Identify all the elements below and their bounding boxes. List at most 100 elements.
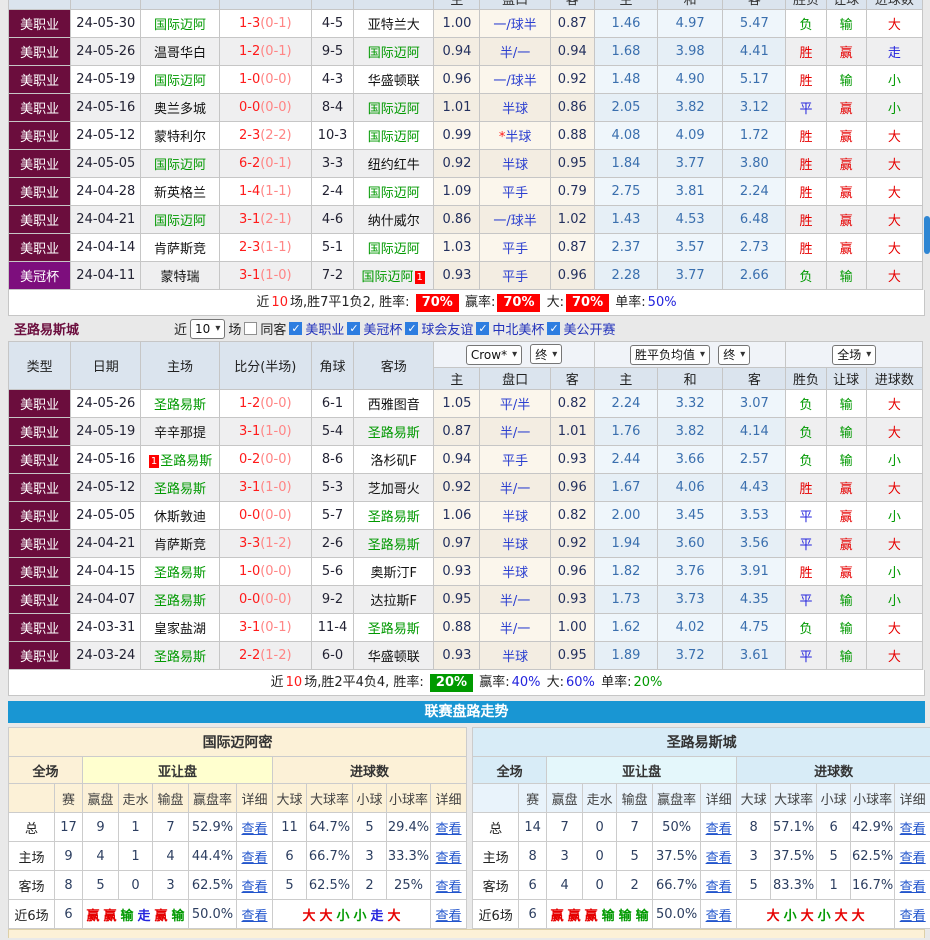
trend-val-cell: 5 — [352, 812, 387, 842]
league-checkbox-美公开赛[interactable] — [547, 322, 561, 335]
trend-val-cell: 9 — [82, 812, 119, 842]
full-score: 1-2 — [239, 44, 261, 59]
summary-text: 近 — [270, 675, 284, 690]
asian-handicap-cell: 平手 — [479, 445, 551, 474]
view-detail-link[interactable]: 查看 — [436, 880, 462, 895]
euro-away-odds-cell: 3.53 — [722, 501, 787, 530]
chevron-down-icon: ▾ — [700, 349, 706, 360]
result-wdl-cell: 平 — [785, 93, 827, 122]
league-type-cell: 美职业 — [7, 501, 72, 530]
euro-home-odds-cell: 1.89 — [593, 641, 659, 670]
detail-cell: 查看 — [429, 899, 468, 929]
team-name: 达拉斯F — [370, 594, 417, 609]
view-detail-link[interactable]: 查看 — [706, 880, 732, 895]
league-checkbox-美冠杯[interactable] — [347, 322, 361, 335]
corners-cell: 4-6 — [310, 205, 355, 234]
home-team-cell: 圣路易斯 — [140, 389, 220, 418]
league-checkbox-美职业[interactable] — [289, 322, 303, 335]
view-detail-link[interactable]: 查看 — [900, 880, 926, 895]
view-detail-link[interactable]: 查看 — [436, 822, 462, 837]
summary-label: 赢率: — [479, 675, 510, 690]
match-date-cell: 24-05-30 — [70, 9, 142, 38]
col-wdl: 胜负 — [785, 0, 827, 9]
trend-row-label: 主场 — [472, 841, 520, 871]
asian-home-odds-cell: 0.96 — [433, 65, 481, 94]
league-checkbox-label: 美冠杯 — [363, 323, 403, 338]
view-detail-link[interactable]: 查看 — [436, 851, 462, 866]
result-wdl-cell: 负 — [785, 9, 827, 38]
detail-cell: 查看 — [429, 841, 468, 871]
blank-header-cell — [310, 0, 355, 9]
euro-home-odds-cell: 1.48 — [593, 65, 659, 94]
col-handicap: 盘口 — [479, 367, 551, 390]
scope-value: 全场 — [837, 348, 862, 362]
league-type-cell: 美职业 — [7, 93, 72, 122]
view-detail-link[interactable]: 查看 — [241, 880, 267, 895]
league-checkbox-中北美杯[interactable] — [476, 322, 490, 335]
home-team-cell: 1 圣路易斯 — [140, 445, 220, 474]
summary-label: 赢率: — [464, 295, 496, 310]
corners-cell: 8-4 — [310, 93, 355, 122]
col-matches: 赛 — [54, 783, 83, 813]
view-detail-link[interactable]: 查看 — [241, 909, 267, 924]
team-name: 国际迈阿 — [154, 214, 207, 229]
team-name: 华盛顿联 — [367, 650, 420, 665]
view-detail-link[interactable]: 查看 — [706, 851, 732, 866]
full-score: 0-2 — [238, 452, 261, 467]
euro-away-odds-cell: 4.43 — [722, 473, 787, 502]
detail-cell: 查看 — [236, 841, 273, 871]
same-away-checkbox[interactable] — [244, 322, 258, 335]
view-detail-link[interactable]: 查看 — [241, 851, 267, 866]
result-handicap-cell: 输 — [825, 9, 867, 38]
seq-result: 赢 — [567, 908, 581, 924]
handicap-text: 半球 — [505, 130, 532, 145]
half-score: (0-0) — [260, 396, 292, 411]
red-number-badge: 1 — [148, 455, 160, 468]
odds-company-select[interactable]: Crow* ▾ — [465, 344, 523, 365]
view-detail-link[interactable]: 查看 — [706, 909, 732, 924]
asian-handicap-cell: *半球 — [479, 121, 551, 150]
away-team-cell: 国际迈阿 1 — [353, 261, 435, 290]
euro-away-odds-cell: 3.12 — [722, 93, 787, 122]
match-row: 美职业 24-04-15 圣路易斯 1-0(0-0) 5-6 奥斯汀F 0.93 半球 0.96… — [7, 557, 924, 586]
detail-cell: 查看 — [894, 812, 930, 842]
match-date-cell: 24-04-21 — [70, 529, 142, 558]
view-detail-link[interactable]: 查看 — [900, 909, 926, 924]
match-date-cell: 24-05-19 — [70, 65, 142, 94]
euro-home-odds-cell: 1.67 — [593, 473, 659, 502]
view-detail-link[interactable]: 查看 — [436, 909, 462, 924]
match-date-cell: 24-03-24 — [70, 641, 142, 670]
home-team-cell: 奥兰多城 — [140, 93, 220, 122]
col-lose: 输盘 — [152, 783, 189, 813]
blank-header-cell — [140, 0, 220, 9]
score-cell: 6-2(0-1) — [218, 149, 312, 178]
result-handicap-cell: 赢 — [825, 149, 867, 178]
view-detail-link[interactable]: 查看 — [241, 822, 267, 837]
odds-time-select[interactable]: 终 ▾ — [530, 344, 563, 365]
league-checkbox-球会友谊[interactable] — [405, 322, 419, 335]
view-detail-link[interactable]: 查看 — [706, 822, 732, 837]
result-wdl-cell: 胜 — [785, 121, 827, 150]
view-detail-link[interactable]: 查看 — [900, 851, 926, 866]
corners-cell: 7-2 — [310, 261, 355, 290]
col-handicap: 盘口 — [479, 0, 551, 9]
euro-time-select[interactable]: 终 ▾ — [718, 344, 751, 365]
corners-cell: 5-1 — [310, 233, 355, 262]
near-count-select[interactable]: 10 ▾ — [190, 318, 226, 339]
league-type-cell: 美职业 — [7, 37, 72, 66]
scope-select[interactable]: 全场 ▾ — [832, 344, 877, 365]
euro-time-value: 终 — [723, 348, 736, 362]
home-team-cell: 皇家盐湖 — [140, 613, 220, 642]
view-detail-link[interactable]: 查看 — [900, 822, 926, 837]
euro-avg-select[interactable]: 胜平负均值 ▾ — [630, 344, 711, 365]
team-name: 芝加哥火 — [367, 482, 420, 497]
result-goals-cell: 小 — [865, 93, 924, 122]
euro-avg-value: 胜平负均值 — [635, 348, 696, 362]
asian-handicap-cell: 平手 — [479, 233, 551, 262]
result-handicap-cell: 赢 — [825, 529, 867, 558]
euro-home-odds-cell: 2.75 — [593, 177, 659, 206]
result-wdl-cell: 胜 — [785, 205, 827, 234]
col-push: 走水 — [118, 783, 153, 813]
asian-away-odds-cell: 0.79 — [549, 177, 595, 206]
score-cell: 0-0(0-0) — [218, 93, 312, 122]
